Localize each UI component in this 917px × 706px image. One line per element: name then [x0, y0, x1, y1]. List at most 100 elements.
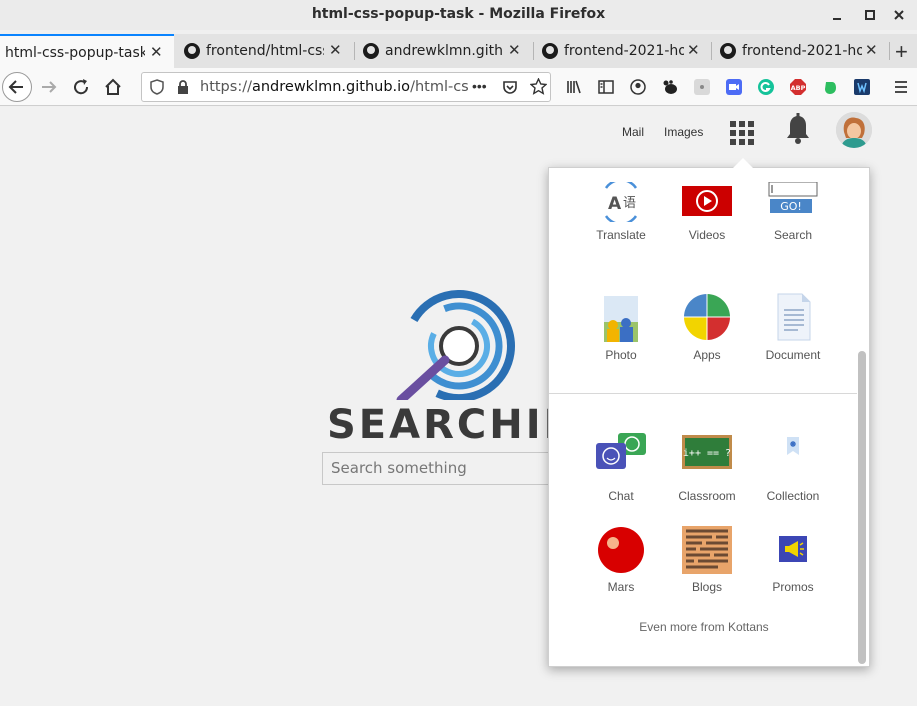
- window-title: html-css-popup-task - Mozilla Firefox: [311, 6, 606, 22]
- github-icon: [542, 43, 558, 59]
- app-chat[interactable]: Chat: [581, 433, 661, 503]
- grammarly-icon[interactable]: [758, 79, 774, 95]
- reload-button[interactable]: [68, 74, 94, 100]
- home-button[interactable]: [100, 74, 126, 100]
- close-tab-icon[interactable]: ✕: [687, 41, 700, 59]
- tab-label: frontend-2021-ho: [564, 43, 684, 59]
- svg-text:语: 语: [623, 196, 636, 211]
- popup-arrow: [732, 158, 754, 169]
- tab-label: andrewklmn.github: [385, 43, 503, 59]
- svg-text:ABP: ABP: [791, 84, 806, 92]
- github-icon: [720, 43, 736, 59]
- lock-icon[interactable]: [176, 79, 190, 100]
- tab-frontend-2021-b[interactable]: frontend-2021-ho ✕: [712, 34, 888, 68]
- photo-icon: [596, 292, 646, 342]
- account-icon[interactable]: [630, 79, 646, 95]
- popup-divider: [549, 393, 857, 394]
- library-icon[interactable]: [566, 79, 582, 95]
- extension-icon[interactable]: [854, 79, 870, 95]
- app-classroom[interactable]: i++ == ? Classroom: [667, 433, 747, 503]
- videos-icon: [682, 182, 732, 232]
- close-tab-icon[interactable]: ✕: [865, 41, 878, 59]
- url-bar[interactable]: https://andrewklmn.github.io/html-css-p …: [141, 72, 551, 102]
- app-videos[interactable]: Videos: [667, 182, 747, 242]
- close-tab-icon[interactable]: ✕: [150, 43, 163, 61]
- mail-link[interactable]: Mail: [622, 125, 644, 139]
- promos-icon: [768, 526, 818, 574]
- mars-icon: [597, 526, 645, 574]
- close-tab-icon[interactable]: ✕: [329, 41, 342, 59]
- blogs-icon: [682, 526, 732, 574]
- app-label: Apps: [693, 348, 721, 362]
- forward-button[interactable]: [36, 74, 62, 100]
- close-tab-icon[interactable]: ✕: [508, 41, 521, 59]
- avatar[interactable]: [836, 112, 872, 148]
- svg-text:A: A: [608, 194, 622, 214]
- github-icon: [363, 43, 379, 59]
- url-text: https://andrewklmn.github.io/html-css-p: [200, 79, 468, 95]
- chat-icon: [596, 433, 646, 483]
- tab-label: html-css-popup-task: [5, 45, 145, 61]
- react-devtools-icon[interactable]: [694, 79, 710, 95]
- minimize-icon[interactable]: [828, 6, 846, 24]
- app-promos[interactable]: Promos: [753, 526, 833, 594]
- tab-bar: html-css-popup-task ✕ frontend/html-css …: [0, 34, 917, 68]
- search-go-icon: GO!: [768, 181, 818, 232]
- hamburger-menu-icon[interactable]: [893, 79, 909, 95]
- app-search[interactable]: GO! Search: [753, 181, 833, 242]
- page-actions-icon[interactable]: •••: [472, 78, 487, 94]
- sidebar-icon[interactable]: [598, 79, 614, 95]
- svg-text:i++ == ?: i++ == ?: [683, 448, 731, 459]
- app-label: Promos: [772, 580, 814, 594]
- bookmark-star-icon[interactable]: [529, 77, 548, 100]
- app-mars[interactable]: Mars: [581, 526, 661, 594]
- search-input[interactable]: Search something: [322, 452, 562, 485]
- page-content: Mail Images SEARCHIN Search something A语…: [0, 107, 917, 706]
- app-label: Photo: [605, 348, 637, 362]
- classroom-icon: i++ == ?: [682, 433, 732, 483]
- app-label: Mars: [607, 580, 635, 594]
- github-icon: [184, 43, 200, 59]
- tab-html-css-popup-task[interactable]: html-css-popup-task ✕: [0, 34, 174, 68]
- searching-logo-icon: [325, 290, 525, 405]
- apps-icon: [682, 292, 732, 342]
- collection-icon: [768, 433, 818, 483]
- app-collection[interactable]: Collection: [753, 433, 833, 503]
- bell-icon[interactable]: [784, 113, 812, 152]
- evernote-icon[interactable]: [822, 79, 838, 95]
- app-translate[interactable]: A语 Translate: [581, 178, 661, 242]
- tab-frontend-html-css[interactable]: frontend/html-css ✕: [176, 34, 352, 68]
- document-icon: [768, 292, 818, 342]
- shield-icon[interactable]: [150, 79, 164, 100]
- tab-frontend-2021-a[interactable]: frontend-2021-ho ✕: [534, 34, 710, 68]
- adblock-icon[interactable]: ABP: [790, 79, 806, 95]
- app-blogs[interactable]: Blogs: [667, 526, 747, 594]
- video-extension-icon[interactable]: [726, 79, 742, 95]
- app-document[interactable]: Document: [753, 292, 833, 362]
- tab-separator: [889, 42, 890, 60]
- app-label: Blogs: [691, 580, 723, 594]
- tab-andrewklmn-github[interactable]: andrewklmn.github ✕: [355, 34, 531, 68]
- even-more-link[interactable]: Even more from Kottans: [549, 620, 859, 634]
- gnome-extension-icon[interactable]: [662, 79, 678, 95]
- pocket-icon[interactable]: [502, 79, 518, 100]
- svg-text:GO!: GO!: [780, 200, 802, 213]
- images-link[interactable]: Images: [664, 125, 703, 139]
- app-photo[interactable]: Photo: [581, 292, 661, 362]
- apps-grid-icon[interactable]: [730, 121, 754, 145]
- close-window-icon[interactable]: [890, 6, 908, 24]
- app-label: Chat: [608, 489, 634, 503]
- app-apps[interactable]: Apps: [667, 292, 747, 362]
- logo-text: SEARCHIN: [327, 402, 581, 448]
- tab-label: frontend/html-css: [206, 43, 324, 59]
- back-button[interactable]: [2, 72, 32, 102]
- apps-popup: A语 Translate Videos GO! Search Photo App…: [548, 167, 870, 667]
- new-tab-icon[interactable]: +: [895, 39, 908, 65]
- translate-icon: A语: [596, 178, 646, 232]
- popup-scroll-thumb[interactable]: [858, 351, 866, 664]
- app-label: Document: [765, 348, 821, 362]
- app-label: Collection: [766, 489, 820, 503]
- app-label: Classroom: [678, 489, 736, 503]
- maximize-icon[interactable]: [861, 6, 879, 24]
- tab-label: frontend-2021-ho: [742, 43, 862, 59]
